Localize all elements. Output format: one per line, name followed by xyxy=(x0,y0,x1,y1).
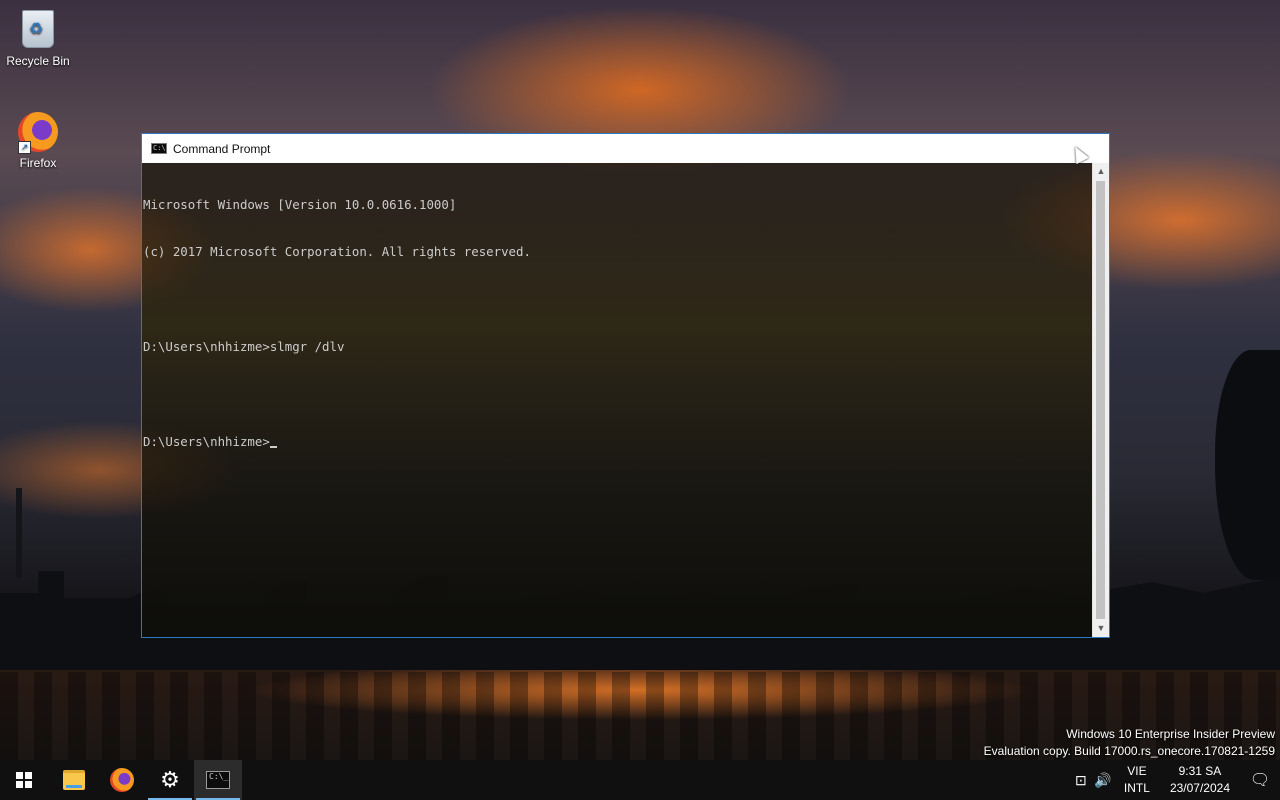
network-icon[interactable]: ⊡ xyxy=(1070,772,1092,789)
watermark-edition: Windows 10 Enterprise Insider Preview xyxy=(1066,727,1275,741)
taskbar: ⚙ C:\_ ⊡ 🔊 VIE INTL 9:31 SA 23/07/2024 🗨 xyxy=(0,760,1280,800)
console-prompt: D:\Users\nhhizme> xyxy=(143,433,270,449)
console-line: Microsoft Windows [Version 10.0.0616.100… xyxy=(143,196,457,212)
taskbar-settings[interactable]: ⚙ xyxy=(146,760,194,800)
clock-time: 9:31 SA xyxy=(1178,764,1222,778)
console-line: (c) 2017 Microsoft Corporation. All righ… xyxy=(143,243,531,259)
watermark-build: Evaluation copy. Build 17000.rs_onecore.… xyxy=(983,744,1275,758)
tree-silhouette xyxy=(1215,350,1280,580)
desktop-icon-label: Firefox xyxy=(19,156,57,170)
clock[interactable]: 9:31 SA 23/07/2024 xyxy=(1170,763,1230,797)
language-code: VIE xyxy=(1127,764,1147,778)
evaluation-watermark: Windows 10 Enterprise Insider Preview Ev… xyxy=(984,726,1275,760)
desktop-background: Recycle Bin ↗ Firefox C:\ Command Prompt… xyxy=(0,0,1280,760)
start-button[interactable] xyxy=(0,760,48,800)
folder-icon xyxy=(63,770,85,790)
taskbar-file-explorer[interactable] xyxy=(50,760,98,800)
console-prompt-line[interactable]: D:\Users\nhhizme> xyxy=(143,434,1093,450)
system-tray: ⊡ 🔊 VIE INTL 9:31 SA 23/07/2024 🗨 xyxy=(1070,760,1280,800)
firefox-icon: ↗ xyxy=(18,112,58,154)
text-cursor xyxy=(269,445,277,448)
volume-icon[interactable]: 🔊 xyxy=(1092,772,1114,789)
clock-date: 23/07/2024 xyxy=(1169,781,1230,795)
recycle-bin-icon xyxy=(18,10,58,50)
shortcut-arrow-icon: ↗ xyxy=(18,141,31,154)
notification-center-icon[interactable]: 🗨 xyxy=(1240,770,1280,790)
terminal-icon: C:\ xyxy=(151,143,167,154)
desktop-icon-firefox[interactable]: ↗ Firefox xyxy=(0,112,76,170)
console-line: D:\Users\nhhizme>slmgr /dlv xyxy=(143,338,345,354)
gear-icon: ⚙ xyxy=(160,767,180,792)
scroll-up-arrow-icon[interactable]: ▲ xyxy=(1093,163,1109,180)
keyboard-layout: INTL xyxy=(1123,781,1150,795)
window-titlebar[interactable]: C:\ Command Prompt xyxy=(142,134,1109,163)
windows-logo-icon xyxy=(16,772,32,788)
firefox-icon xyxy=(110,768,134,792)
vertical-scrollbar[interactable]: ▲ ▼ xyxy=(1092,163,1109,637)
terminal-icon: C:\_ xyxy=(206,771,230,789)
radio-tower-silhouette xyxy=(16,488,22,578)
window-title: Command Prompt xyxy=(173,141,271,156)
input-language-indicator[interactable]: VIE INTL xyxy=(1124,763,1150,797)
command-prompt-window[interactable]: C:\ Command Prompt Microsoft Windows [Ve… xyxy=(141,133,1110,638)
console-output[interactable]: Microsoft Windows [Version 10.0.0616.100… xyxy=(142,163,1093,637)
taskbar-firefox[interactable] xyxy=(98,760,146,800)
taskbar-command-prompt[interactable]: C:\_ xyxy=(194,760,242,800)
scroll-down-arrow-icon[interactable]: ▼ xyxy=(1093,620,1109,637)
desktop-icon-label: Recycle Bin xyxy=(6,54,70,68)
desktop-icon-recycle-bin[interactable]: Recycle Bin xyxy=(0,8,76,68)
scrollbar-thumb[interactable] xyxy=(1096,181,1105,619)
